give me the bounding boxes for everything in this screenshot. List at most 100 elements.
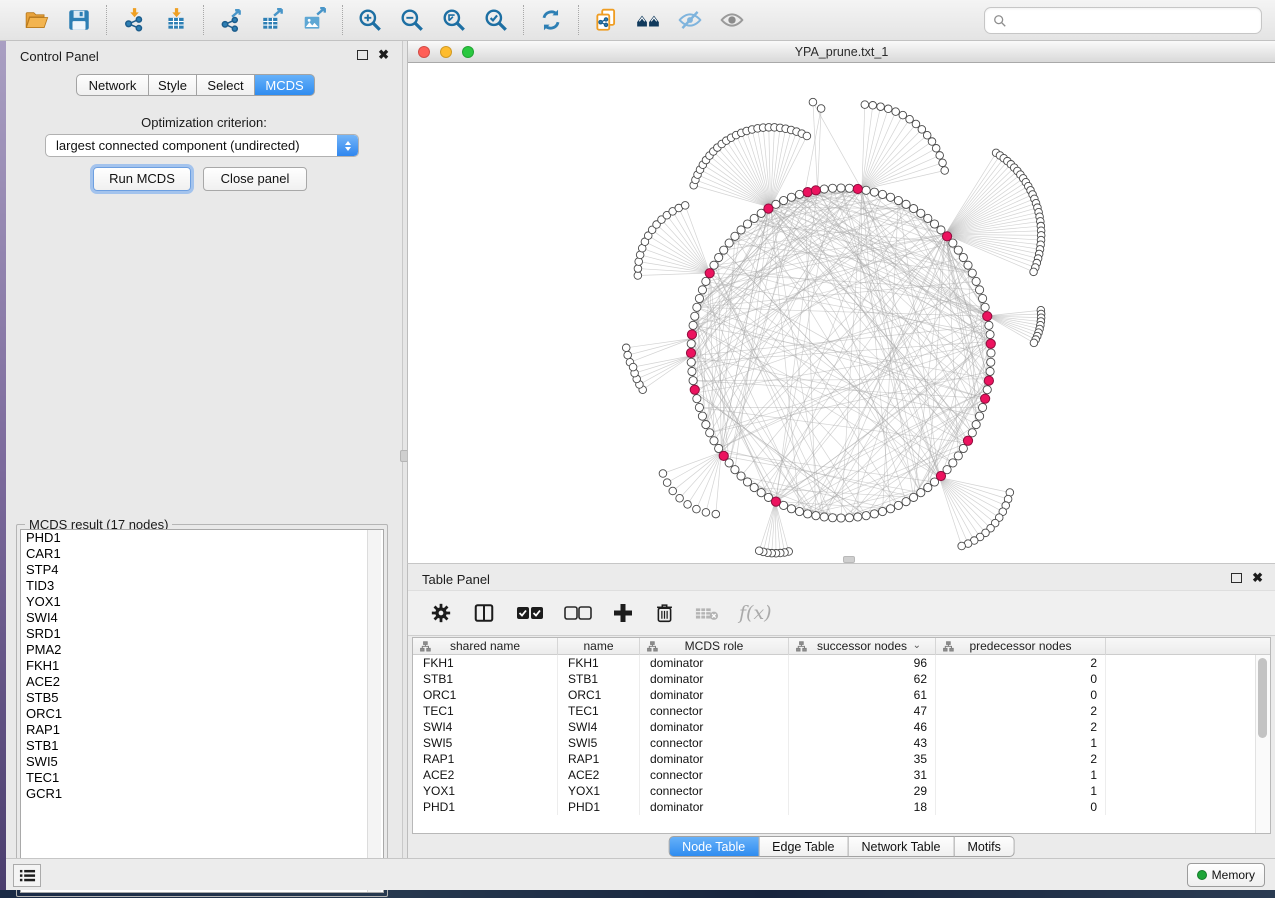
cell[interactable]: 1 xyxy=(936,783,1106,799)
table-row[interactable]: RAP1RAP1dominator352 xyxy=(413,751,1270,767)
mcds-result-node[interactable]: STP4 xyxy=(21,562,383,578)
table-scrollbar[interactable] xyxy=(1255,655,1270,833)
cell[interactable]: dominator xyxy=(640,751,789,767)
cell[interactable]: YOX1 xyxy=(558,783,640,799)
column-header-successor-nodes[interactable]: successor nodes⌄ xyxy=(789,638,936,655)
mcds-result-node[interactable]: RAP1 xyxy=(21,722,383,738)
mcds-result-node[interactable]: GCR1 xyxy=(21,786,383,802)
deselect-all-rows-button[interactable] xyxy=(564,600,592,626)
column-header-MCDS-role[interactable]: MCDS role xyxy=(640,638,789,655)
mcds-result-node[interactable]: FKH1 xyxy=(21,658,383,674)
mcds-result-node[interactable]: STB1 xyxy=(21,738,383,754)
first-neighbors-button[interactable] xyxy=(631,5,665,35)
refresh-view-button[interactable] xyxy=(534,5,568,35)
import-network-button[interactable] xyxy=(117,5,151,35)
memory-button[interactable]: Memory xyxy=(1187,863,1265,887)
cell[interactable]: connector xyxy=(640,767,789,783)
tab-edge-table[interactable]: Edge Table xyxy=(759,836,848,857)
cell[interactable]: STB1 xyxy=(558,671,640,687)
export-image-button[interactable] xyxy=(298,5,332,35)
zoom-out-button[interactable] xyxy=(395,5,429,35)
show-column-selector-button[interactable] xyxy=(472,600,496,626)
cell[interactable]: dominator xyxy=(640,719,789,735)
tab-network-table[interactable]: Network Table xyxy=(849,836,955,857)
cell[interactable]: dominator xyxy=(640,687,789,703)
table-row[interactable]: SWI5SWI5connector431 xyxy=(413,735,1270,751)
cell[interactable]: 31 xyxy=(789,767,936,783)
export-table-button[interactable] xyxy=(256,5,290,35)
tab-motifs[interactable]: Motifs xyxy=(954,836,1014,857)
export-network-button[interactable] xyxy=(214,5,248,35)
column-header-predecessor-nodes[interactable]: predecessor nodes xyxy=(936,638,1106,655)
show-panels-button[interactable] xyxy=(13,864,41,887)
mcds-result-node[interactable]: CAR1 xyxy=(21,546,383,562)
table-row[interactable]: SWI4SWI4dominator462 xyxy=(413,719,1270,735)
table-row[interactable]: STB1STB1dominator620 xyxy=(413,671,1270,687)
cell[interactable]: 2 xyxy=(936,703,1106,719)
table-row[interactable]: ORC1ORC1dominator610 xyxy=(413,687,1270,703)
global-search-field[interactable] xyxy=(984,7,1262,34)
close-panel-button[interactable]: Close panel xyxy=(203,167,307,191)
cell[interactable]: SWI4 xyxy=(413,719,558,735)
mcds-list-scrollbar[interactable] xyxy=(367,530,381,892)
cell[interactable]: ORC1 xyxy=(558,687,640,703)
mcds-result-node[interactable]: PHD1 xyxy=(21,530,383,546)
close-panel-icon[interactable]: ✖ xyxy=(1252,570,1263,586)
delete-column-button[interactable] xyxy=(654,600,675,626)
mcds-result-node[interactable]: TID3 xyxy=(21,578,383,594)
cell[interactable]: SWI5 xyxy=(558,735,640,751)
cell[interactable]: 62 xyxy=(789,671,936,687)
network-titlebar[interactable]: YPA_prune.txt_1 xyxy=(408,41,1275,63)
mcds-result-node[interactable]: TEC1 xyxy=(21,770,383,786)
open-session-button[interactable] xyxy=(20,5,54,35)
hide-selected-button[interactable] xyxy=(673,5,707,35)
cell[interactable]: dominator xyxy=(640,655,789,671)
cell[interactable]: SWI5 xyxy=(413,735,558,751)
cell[interactable]: ACE2 xyxy=(413,767,558,783)
mcds-result-node[interactable]: YOX1 xyxy=(21,594,383,610)
cell[interactable]: TEC1 xyxy=(413,703,558,719)
zoom-fit-button[interactable] xyxy=(437,5,471,35)
tab-node-table[interactable]: Node Table xyxy=(668,836,759,857)
import-table-button[interactable] xyxy=(159,5,193,35)
cell[interactable]: RAP1 xyxy=(413,751,558,767)
tab-select[interactable]: Select xyxy=(197,74,255,96)
cell[interactable]: 1 xyxy=(936,735,1106,751)
horizontal-splitter-grip[interactable] xyxy=(843,556,855,563)
cell[interactable]: ACE2 xyxy=(558,767,640,783)
save-session-button[interactable] xyxy=(62,5,96,35)
column-header-name[interactable]: name xyxy=(558,638,640,655)
cell[interactable]: 96 xyxy=(789,655,936,671)
search-input[interactable] xyxy=(1007,13,1261,28)
cell[interactable]: 0 xyxy=(936,799,1106,815)
mcds-result-node[interactable]: ORC1 xyxy=(21,706,383,722)
cell[interactable]: PHD1 xyxy=(413,799,558,815)
cell[interactable]: 2 xyxy=(936,655,1106,671)
cell[interactable]: 2 xyxy=(936,719,1106,735)
mcds-result-node[interactable]: SWI5 xyxy=(21,754,383,770)
cell[interactable]: 1 xyxy=(936,767,1106,783)
zoom-selected-button[interactable] xyxy=(479,5,513,35)
close-panel-icon[interactable]: ✖ xyxy=(378,47,389,63)
cell[interactable]: 18 xyxy=(789,799,936,815)
table-row[interactable]: TEC1TEC1connector472 xyxy=(413,703,1270,719)
zoom-in-button[interactable] xyxy=(353,5,387,35)
mcds-result-node[interactable]: SWI4 xyxy=(21,610,383,626)
mcds-result-node[interactable]: ACE2 xyxy=(21,674,383,690)
cell[interactable]: PHD1 xyxy=(558,799,640,815)
cell[interactable]: 35 xyxy=(789,751,936,767)
cell[interactable]: YOX1 xyxy=(413,783,558,799)
dropdown-stepper[interactable] xyxy=(337,135,358,156)
float-window-icon[interactable] xyxy=(357,50,368,60)
tab-style[interactable]: Style xyxy=(149,74,197,96)
mcds-result-list[interactable]: PHD1CAR1STP4TID3YOX1SWI4SRD1PMA2FKH1ACE2… xyxy=(20,529,384,893)
column-header-shared-name[interactable]: shared name xyxy=(413,638,558,655)
cell[interactable]: 0 xyxy=(936,671,1106,687)
cell[interactable]: SWI4 xyxy=(558,719,640,735)
network-canvas[interactable] xyxy=(408,63,1275,563)
table-row[interactable]: FKH1FKH1dominator962 xyxy=(413,655,1270,671)
cell[interactable]: FKH1 xyxy=(558,655,640,671)
cell[interactable]: dominator xyxy=(640,799,789,815)
mcds-result-node[interactable]: SRD1 xyxy=(21,626,383,642)
show-all-button[interactable] xyxy=(715,5,749,35)
